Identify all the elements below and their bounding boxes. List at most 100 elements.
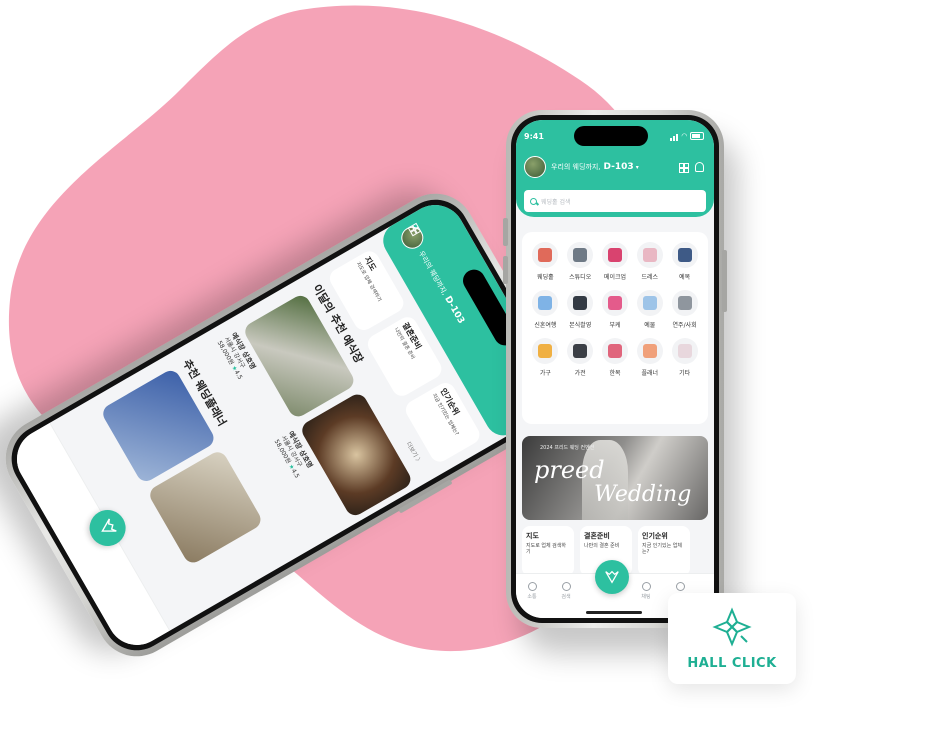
category-item[interactable]: 메이크업 xyxy=(598,242,633,281)
hallclick-home-button[interactable] xyxy=(83,503,133,553)
category-item[interactable]: 스튜디오 xyxy=(563,242,598,281)
battery-icon xyxy=(690,132,704,140)
category-icon xyxy=(671,338,698,364)
category-icon-glyph xyxy=(642,296,657,310)
bell-icon[interactable] xyxy=(695,162,704,172)
chat-icon xyxy=(641,582,651,591)
home-indicator xyxy=(586,611,642,614)
nav-item-community[interactable]: 소통 xyxy=(520,582,544,600)
category-item[interactable]: 신혼여행 xyxy=(528,290,563,329)
map-card[interactable]: 지도 지도로 업체 검색하기 xyxy=(522,526,574,576)
category-item[interactable]: 플래너 xyxy=(632,338,667,377)
venue-rating: 4.5 xyxy=(232,368,244,381)
venue-image[interactable] xyxy=(298,390,415,519)
promo-banner[interactable]: 2024 프리드 웨딩 컨벤션 preed Wedding xyxy=(522,436,708,520)
fox-icon xyxy=(101,518,117,532)
category-item[interactable]: 가전 xyxy=(563,338,598,377)
hallclick-home-button[interactable] xyxy=(595,560,629,594)
category-item[interactable]: 웨딩홀 xyxy=(528,242,563,281)
card-subtitle: 지도로 업체 검색하기 xyxy=(526,543,566,555)
venue-rating: 4.5 xyxy=(289,467,301,480)
category-icon-glyph xyxy=(642,248,657,262)
hallclick-logo-card: HALL CLICK xyxy=(668,593,796,684)
brand-name: HALL CLICK xyxy=(687,656,777,671)
header-top-row: 우리의 웨딩까지, D-103 ▾ xyxy=(524,156,704,178)
category-panel: 웨딩홀 스튜디오 메이크업 드레스 예복신혼여행 본식촬영 부케 예물 연주/사회가구 가전 한복 플… xyxy=(522,232,708,424)
category-icon xyxy=(671,242,698,268)
search-input[interactable]: 웨딩홀 검색 xyxy=(524,190,706,212)
avatar[interactable] xyxy=(524,156,546,178)
hallclick-logo-icon xyxy=(712,607,752,647)
nav-label: 소통 xyxy=(527,594,537,600)
category-label: 드레스 xyxy=(641,274,659,281)
category-icon xyxy=(532,242,559,268)
category-icon xyxy=(601,290,628,316)
search-icon xyxy=(530,197,537,205)
category-icon-glyph xyxy=(642,344,657,358)
greeting-text: 우리의 웨딩까지, xyxy=(551,163,601,171)
category-label: 부케 xyxy=(609,322,621,329)
category-icon-glyph xyxy=(677,296,692,310)
category-label: 한복 xyxy=(609,370,621,377)
category-icon-glyph xyxy=(607,248,622,262)
dday-counter[interactable]: D-103 xyxy=(604,162,634,172)
category-icon xyxy=(532,338,559,364)
category-icon-glyph xyxy=(538,344,553,358)
category-label: 예복 xyxy=(679,274,691,281)
dday-counter[interactable]: D-103 xyxy=(442,295,466,326)
category-label: 플래너 xyxy=(641,370,659,377)
category-item[interactable]: 가구 xyxy=(528,338,563,377)
category-icon-glyph xyxy=(607,344,622,358)
category-item[interactable]: 본식촬영 xyxy=(563,290,598,329)
category-item[interactable]: 한복 xyxy=(598,338,633,377)
category-item[interactable]: 부케 xyxy=(598,290,633,329)
category-icon-glyph xyxy=(677,248,692,262)
nav-label: 검색 xyxy=(561,594,571,600)
category-label: 본식촬영 xyxy=(569,322,592,329)
category-item[interactable]: 기타 xyxy=(667,338,702,377)
category-icon xyxy=(601,242,628,268)
greeting-text: 우리의 웨딩까지, xyxy=(416,249,449,297)
chevron-down-icon[interactable]: ▾ xyxy=(636,164,639,171)
wifi-icon: ◠ xyxy=(681,132,687,140)
category-label: 가전 xyxy=(574,370,586,377)
category-icon-glyph xyxy=(677,344,692,358)
category-icon-glyph xyxy=(573,296,588,310)
category-icon-glyph xyxy=(573,248,588,262)
category-icon-glyph xyxy=(607,296,622,310)
category-item[interactable]: 예물 xyxy=(632,290,667,329)
category-label: 웨딩홀 xyxy=(537,274,554,281)
status-time: 9:41 xyxy=(524,131,544,141)
card-title: 지도 xyxy=(526,532,539,540)
category-icon xyxy=(532,290,559,316)
person-icon xyxy=(675,582,685,591)
category-icon-glyph xyxy=(538,248,553,262)
grid-icon[interactable] xyxy=(679,162,689,173)
ranking-card[interactable]: 인기순위 지금 인기있는 업체는? xyxy=(638,526,690,576)
category-label: 신혼여행 xyxy=(534,322,557,329)
volume-down-button xyxy=(503,256,508,284)
status-icons: ◠ xyxy=(669,132,704,141)
category-icon xyxy=(671,290,698,316)
category-item[interactable]: 예복 xyxy=(667,242,702,281)
category-icon xyxy=(636,290,663,316)
category-label: 예물 xyxy=(644,322,656,329)
nav-item-chat[interactable]: 채팅 xyxy=(634,582,658,600)
category-label: 기타 xyxy=(679,370,691,377)
category-icon xyxy=(567,242,594,268)
volume-up-button xyxy=(503,218,508,246)
category-icon xyxy=(636,338,663,364)
nav-label: 채팅 xyxy=(641,594,651,600)
app-header: 9:41 ◠ 우리의 웨딩까지, D-103 ▾ 웨딩홀 검색 xyxy=(516,120,714,217)
category-icon xyxy=(601,338,628,364)
people-icon xyxy=(527,582,537,591)
card-subtitle: 지금 인기있는 업체는? xyxy=(642,543,682,555)
nav-item-search[interactable]: 검색 xyxy=(554,582,578,600)
power-button xyxy=(722,250,727,312)
category-label: 스튜디오 xyxy=(569,274,592,281)
category-grid: 웨딩홀 스튜디오 메이크업 드레스 예복신혼여행 본식촬영 부케 예물 연주/사회가구 가전 한복 플… xyxy=(528,242,702,377)
category-icon-glyph xyxy=(573,344,588,358)
category-item[interactable]: 연주/사회 xyxy=(667,290,702,329)
category-item[interactable]: 드레스 xyxy=(632,242,667,281)
banner-word-wedding: Wedding xyxy=(594,482,692,507)
